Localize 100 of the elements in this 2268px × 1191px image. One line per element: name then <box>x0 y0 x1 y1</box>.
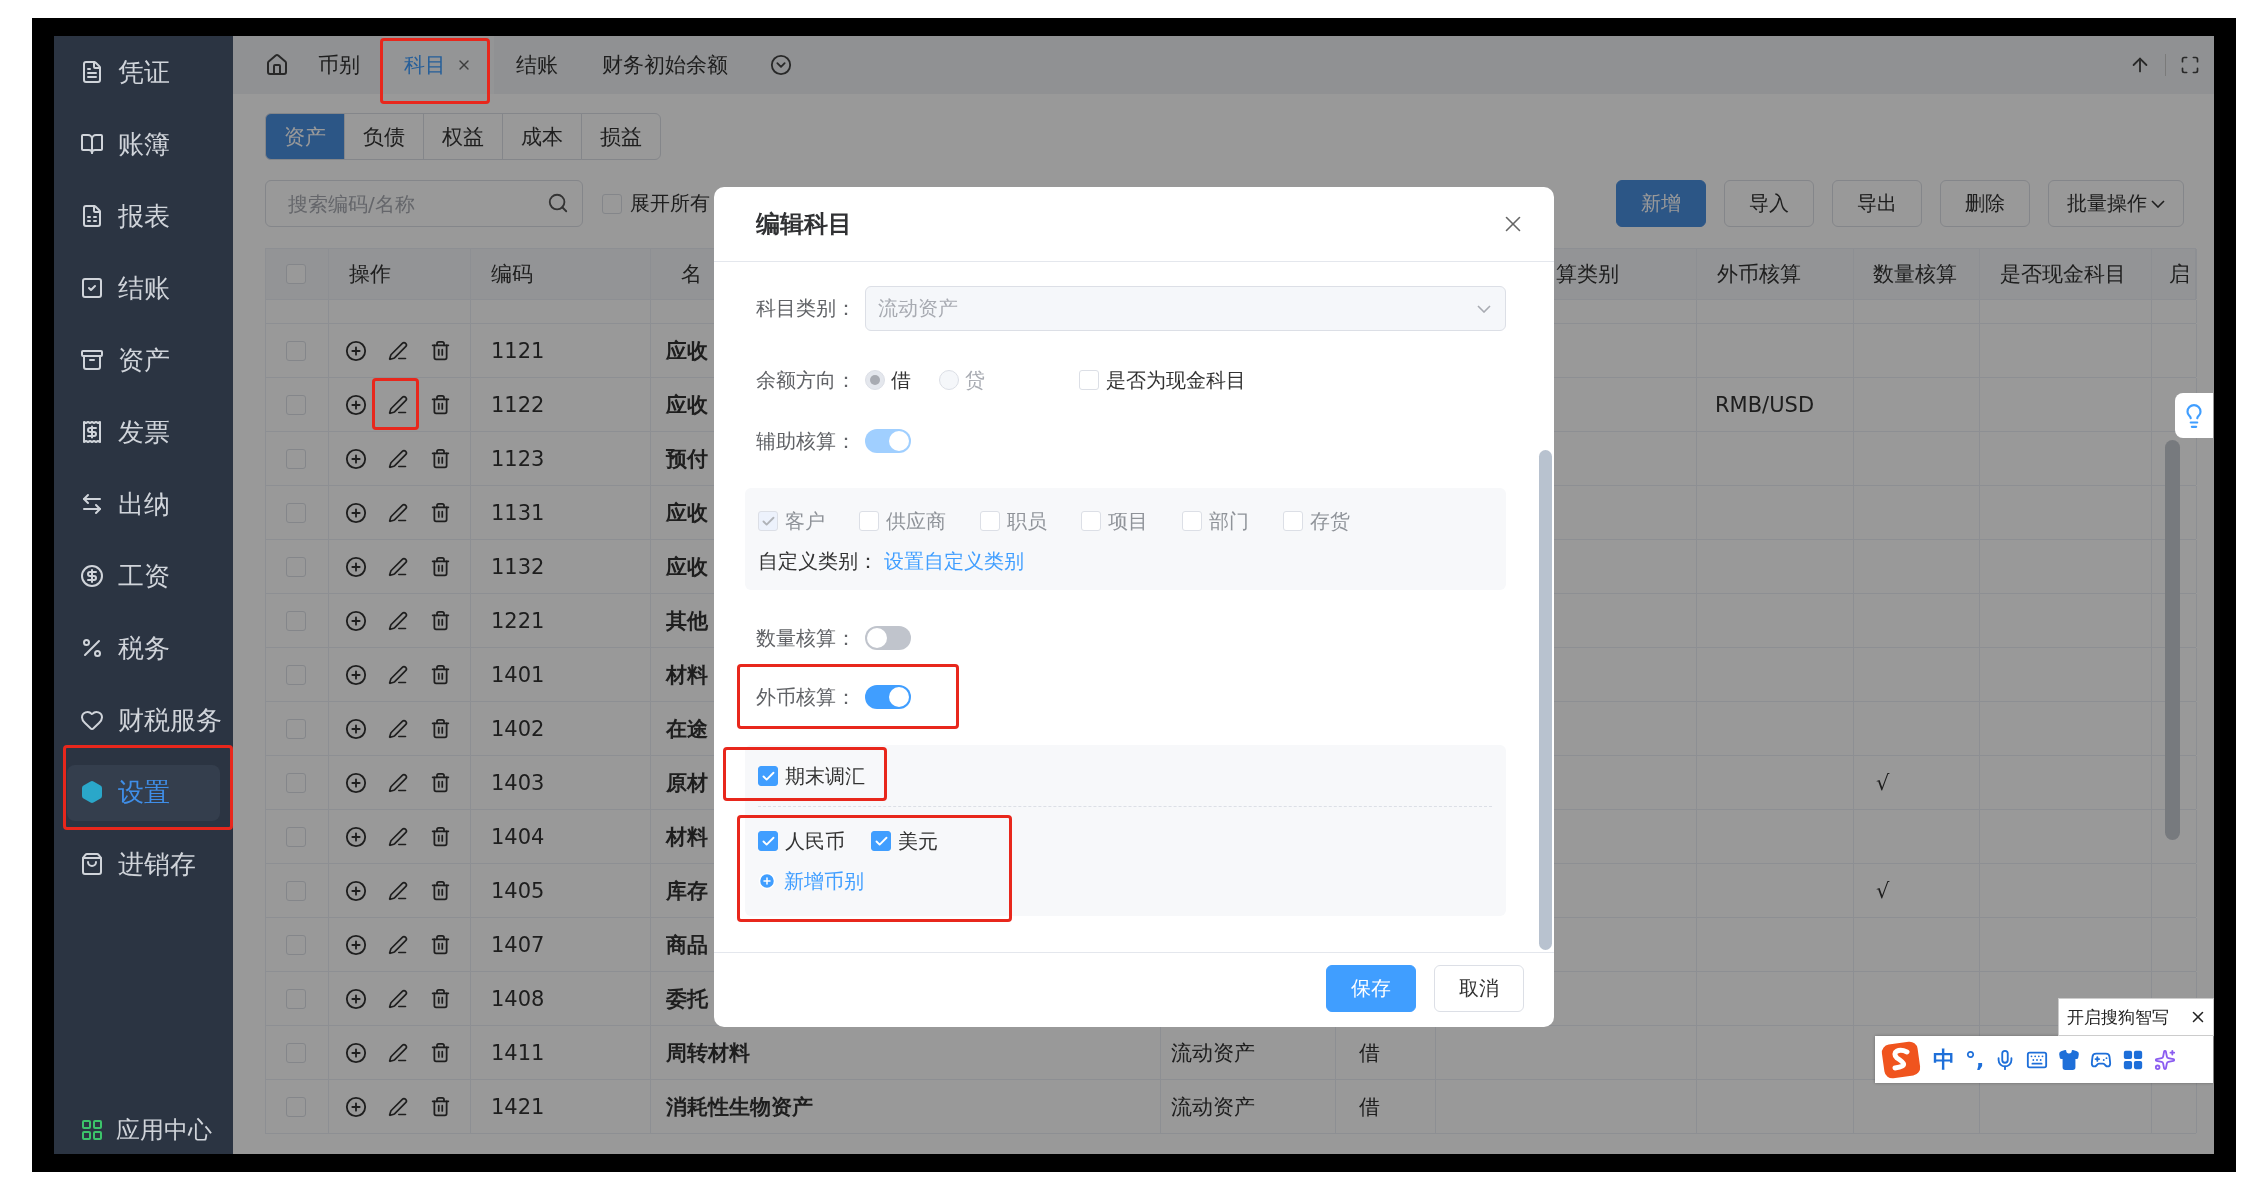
receipt-icon <box>80 420 104 444</box>
table-cell: 1403 <box>491 770 545 795</box>
table-cell-text: 在途 <box>666 715 708 743</box>
table-cell-text: 借 <box>1359 1039 1380 1067</box>
checkbox-label: 客户 <box>785 507 825 535</box>
book-icon <box>80 132 104 156</box>
chevron-circle-icon[interactable] <box>770 54 792 76</box>
category-tab[interactable]: 成本 <box>502 113 582 160</box>
archive-icon <box>80 348 104 372</box>
sidebar-item[interactable]: 税务 <box>54 612 233 684</box>
table-cell-text: 原材 <box>666 769 708 797</box>
sidebar-item[interactable]: 发票 <box>54 396 233 468</box>
table-cell: 1421 <box>491 1094 545 1119</box>
table-cell: 1401 <box>491 662 545 687</box>
dialog-button[interactable]: 取消 <box>1434 965 1524 1012</box>
action-button[interactable]: 批量操作 <box>2048 180 2184 227</box>
checkbox-label: 人民币 <box>785 827 845 855</box>
sidebar-item[interactable]: 出纳 <box>54 468 233 540</box>
page-tab[interactable]: 财务初始余额 <box>580 36 750 94</box>
sparkle-icon[interactable] <box>2154 1048 2177 1071</box>
action-button[interactable]: 导出 <box>1832 180 1922 227</box>
table-cell: 1407 <box>491 932 545 957</box>
field-label: 辅助核算： <box>756 427 857 455</box>
scrollbar-thumb[interactable] <box>1539 450 1552 950</box>
field-label: 科目类别： <box>756 295 857 322</box>
ime-mode[interactable]: 中 <box>1933 1044 1955 1075</box>
table-cell: RMB/USD <box>1715 392 1815 417</box>
column-header: 外币核算 <box>1717 261 1801 288</box>
fullscreen-icon[interactable] <box>2180 55 2200 75</box>
document-icon <box>80 60 104 84</box>
table-cell-text: 商品 <box>666 931 708 959</box>
coin-icon <box>80 564 104 588</box>
dialog-title: 编辑科目 <box>756 209 852 240</box>
table-cell-text: 预付 <box>666 445 708 473</box>
sidebar-item[interactable]: 进销存 <box>54 828 233 900</box>
sidebar-item[interactable]: 财税服务 <box>54 684 233 756</box>
grid-icon[interactable] <box>2122 1048 2145 1071</box>
table-cell-text: 材料 <box>666 661 708 689</box>
table-cell: 1123 <box>491 446 545 471</box>
table-cell-text: 委托 <box>666 985 708 1013</box>
percent-icon <box>80 636 104 660</box>
plus-circle-icon <box>758 872 776 890</box>
checkbox[interactable] <box>871 831 891 851</box>
table-cell-text: 周转材料 <box>666 1039 750 1067</box>
toggle-switch[interactable] <box>865 626 911 650</box>
table-cell: √ <box>1876 770 1890 795</box>
scrollbar-thumb[interactable] <box>2165 440 2180 840</box>
table-cell-text: 流动资产 <box>1171 1093 1255 1121</box>
sidebar-item[interactable]: 账簿 <box>54 108 233 180</box>
table-cell-text: 应收 <box>666 391 708 419</box>
table-cell-text: 应收 <box>666 553 708 581</box>
page-tab[interactable]: 币别 <box>296 36 382 94</box>
caret-icon <box>1477 304 1491 313</box>
sidebar-item[interactable]: 应用中心 <box>54 1110 233 1150</box>
radio-button[interactable] <box>939 370 959 390</box>
radio-button[interactable] <box>865 370 885 390</box>
sidebar-item[interactable]: 设置 <box>54 756 233 828</box>
category-tab[interactable]: 权益 <box>423 113 503 160</box>
toggle-switch[interactable] <box>865 685 911 709</box>
field-label: 自定义类别： <box>758 547 878 575</box>
home-icon[interactable] <box>265 53 289 77</box>
sidebar-item[interactable]: 工资 <box>54 540 233 612</box>
table-cell: 1132 <box>491 554 545 579</box>
category-tab[interactable]: 负债 <box>344 113 424 160</box>
sidebar-item[interactable]: 结账 <box>54 252 233 324</box>
sidebar-item[interactable]: 报表 <box>54 180 233 252</box>
column-header: 编码 <box>491 261 533 288</box>
table-cell: 1405 <box>491 878 545 903</box>
table-cell-text: 借 <box>1359 1093 1380 1121</box>
table-cell: 1404 <box>491 824 545 849</box>
column-header: 启 <box>2169 261 2190 288</box>
table-cell-text: 材料 <box>666 823 708 851</box>
table-cell-text: 库存 <box>666 877 708 905</box>
checkbox-label: 项目 <box>1108 507 1148 535</box>
table-cell: 1131 <box>491 500 545 525</box>
field-label: 外币核算： <box>756 683 857 711</box>
column-header: 算类别 <box>1556 261 1619 288</box>
table-cell-text: 流动资产 <box>1171 1039 1255 1067</box>
table-cell: √ <box>1876 878 1890 903</box>
column-header: 操作 <box>349 261 391 288</box>
page-tab[interactable]: 结账 <box>494 36 580 94</box>
sidebar-item[interactable]: 资产 <box>54 324 233 396</box>
shirt-icon[interactable] <box>2058 1048 2081 1071</box>
table-cell: 1411 <box>491 1040 545 1065</box>
checkbox[interactable] <box>758 831 778 851</box>
checkbox-label: 供应商 <box>886 507 946 535</box>
category-tab[interactable]: 损益 <box>581 113 661 160</box>
lightbulb-button[interactable] <box>2175 393 2213 438</box>
checkbox-label: 是否为现金科目 <box>1106 366 1246 394</box>
action-button[interactable]: 导入 <box>1724 180 1814 227</box>
checkbox[interactable] <box>758 766 778 786</box>
table-cell: 1121 <box>491 338 545 363</box>
checkbox-icon <box>80 276 104 300</box>
search-icon[interactable] <box>547 192 569 214</box>
action-button[interactable]: 删除 <box>1940 180 2030 227</box>
table-cell-text: 应收 <box>666 499 708 527</box>
punctuation-mode[interactable]: °, <box>1965 1047 1985 1072</box>
table-cell: 1122 <box>491 392 545 417</box>
sidebar-item[interactable]: 凭证 <box>54 36 233 108</box>
caret-icon <box>2151 199 2165 208</box>
